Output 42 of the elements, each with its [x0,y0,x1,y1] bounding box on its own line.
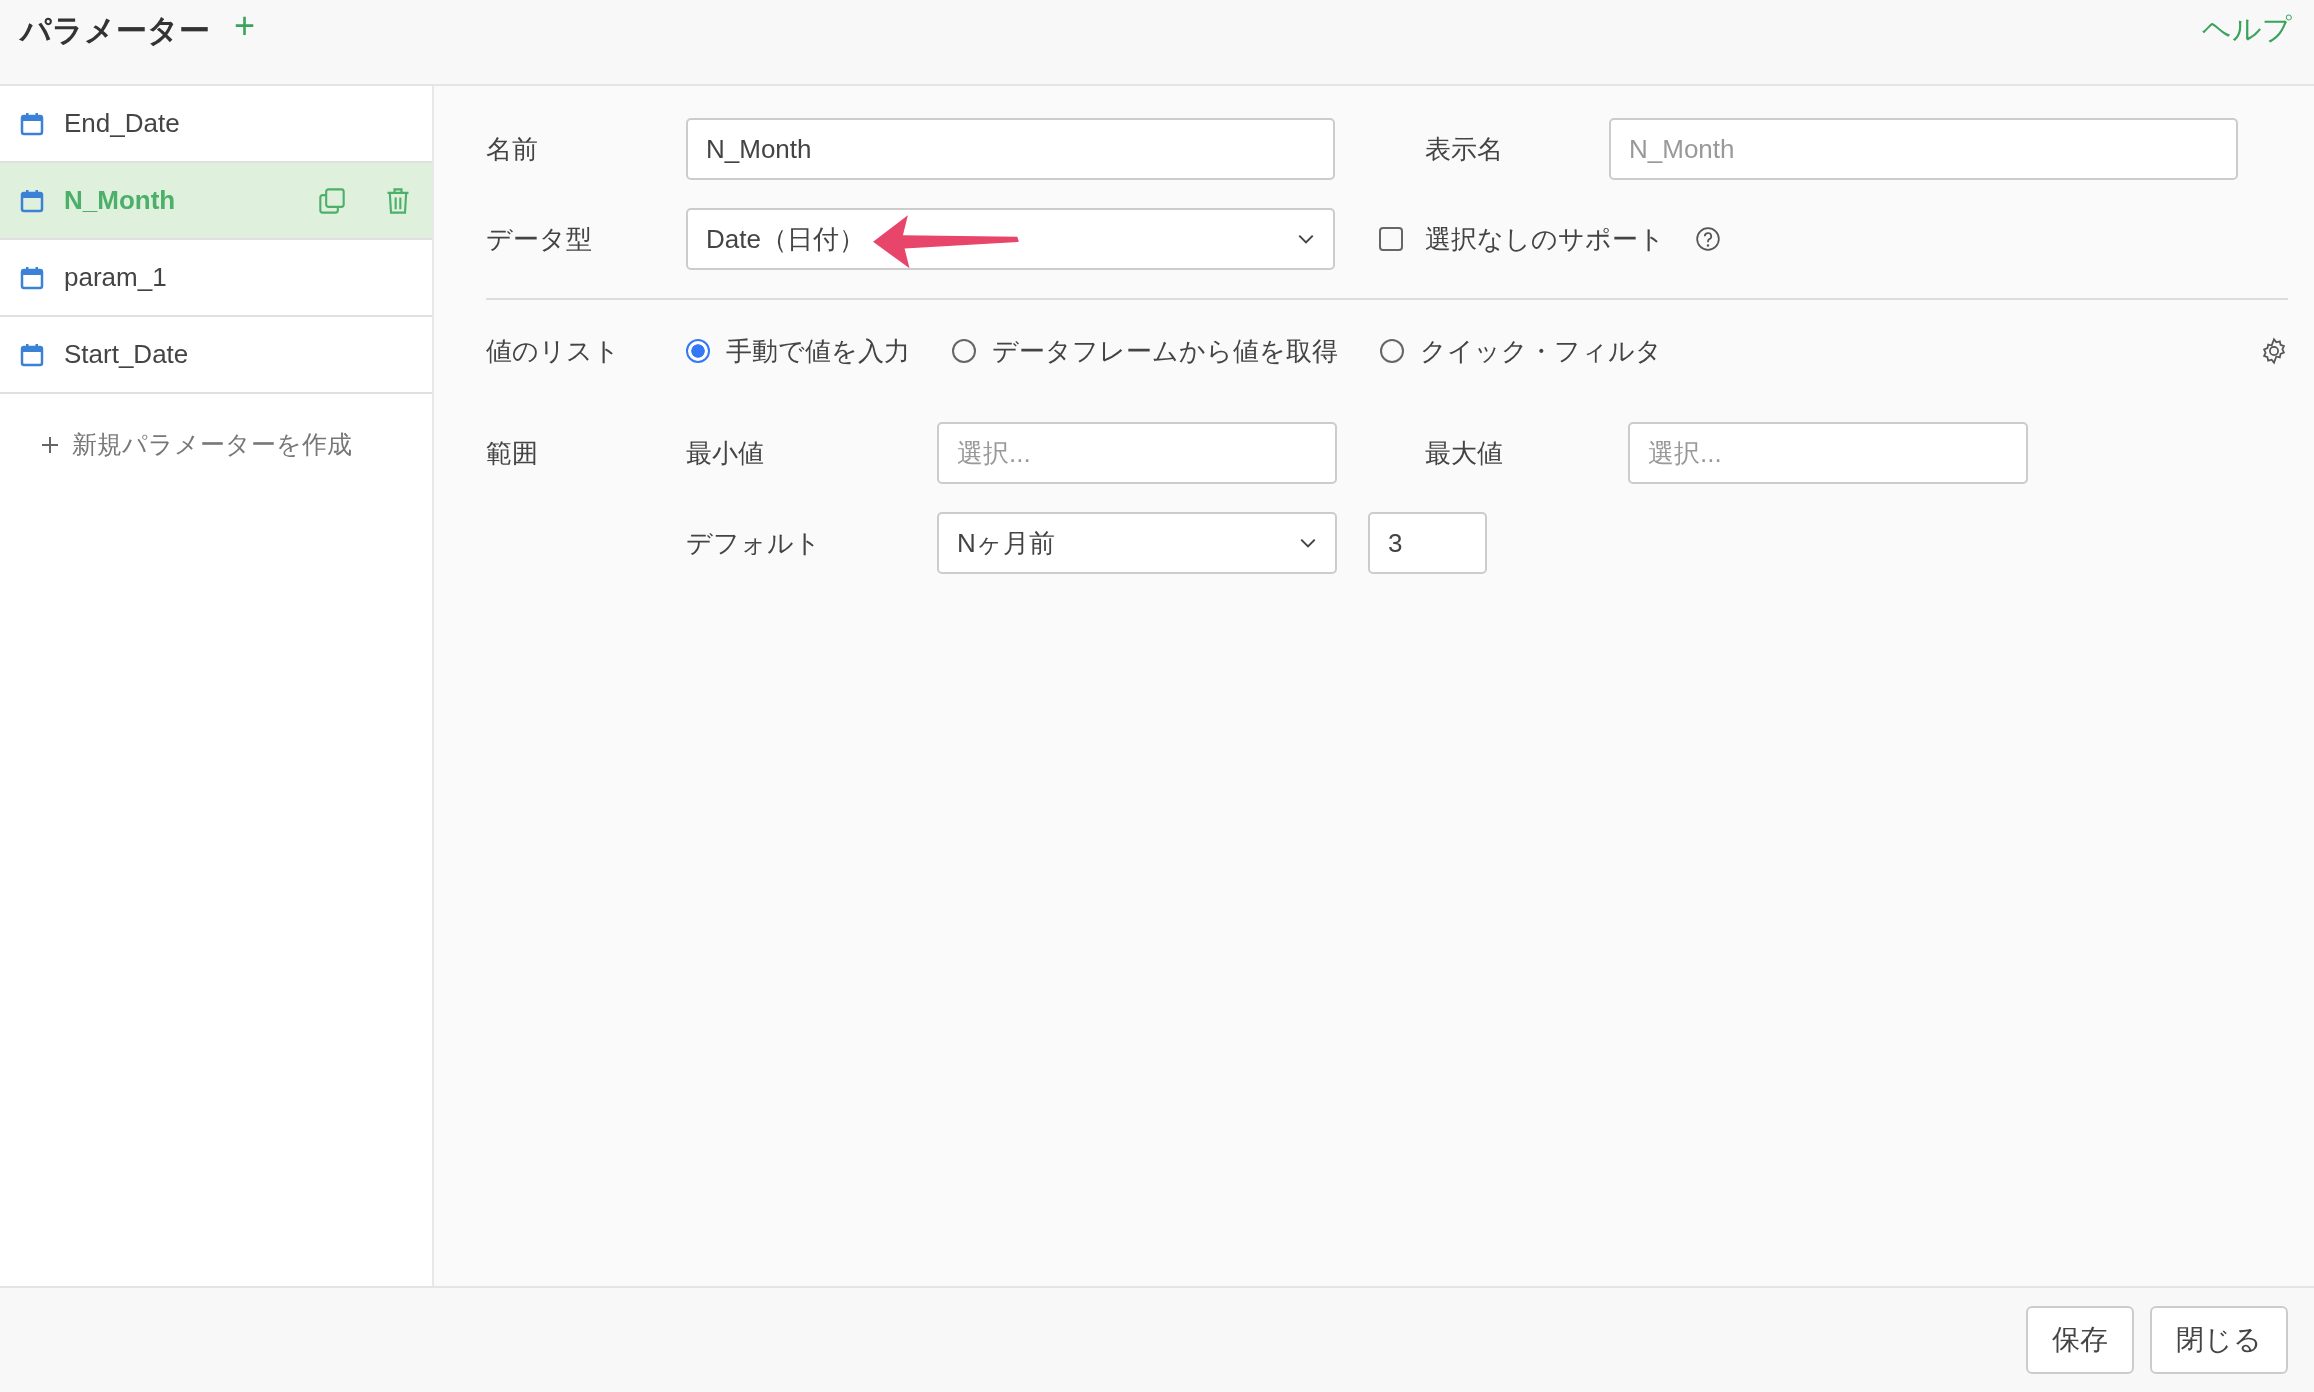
parameter-name: param_1 [64,262,168,293]
page-title: パラメーター [20,12,210,50]
calendar-icon [20,111,44,136]
radio-button[interactable] [1380,339,1404,363]
radio-label: データフレームから値を取得 [992,334,1338,368]
min-value-input[interactable]: 選択... [937,422,1337,484]
chevron-down-icon [1297,233,1315,245]
create-parameter-link[interactable]: 新規パラメーターを作成 [0,394,432,461]
calendar-icon [20,265,44,290]
radio-button[interactable] [952,339,976,363]
help-icon[interactable] [1695,226,1721,252]
radio-label: 手動で値を入力 [726,334,910,368]
sidebar-item[interactable]: param_1 [0,240,432,317]
parameter-name: N_Month [64,185,177,216]
calendar-icon [20,188,44,213]
field-label: 名前 [486,132,539,166]
field-label: 最小値 [686,436,765,470]
number-input[interactable]: 3 [1368,512,1487,574]
calendar-icon [20,342,44,367]
parameter-name: End_Date [64,108,181,139]
radio-button[interactable] [686,339,710,363]
field-label: 表示名 [1424,132,1504,166]
save-button[interactable]: 保存 [2026,1306,2134,1374]
settings-icon[interactable] [2260,337,2288,365]
chevron-down-icon [1299,537,1317,549]
field-label: デフォルト [686,526,822,560]
radio-label: クイック・フィルタ [1420,334,1662,368]
parameter-name: Start_Date [64,339,190,370]
display-name-input[interactable]: N_Month [1609,118,2238,180]
field-label: 最大値 [1424,436,1504,470]
field-label: 範囲 [486,436,539,470]
field-label: データ型 [486,222,593,256]
name-input[interactable]: N_Month [686,118,1335,180]
sidebar-item[interactable]: Start_Date [0,317,432,394]
plus-icon [40,434,60,455]
data-type-select[interactable]: Date（日付） [686,208,1335,270]
default-select[interactable]: Nヶ月前 [937,512,1337,574]
checkbox-label: 選択なしのサポート [1425,222,1665,256]
close-button[interactable]: 閉じる [2150,1306,2288,1374]
max-value-input[interactable]: 選択... [1628,422,2028,484]
field-label: 値のリスト [486,334,621,368]
checkbox[interactable] [1379,227,1403,251]
